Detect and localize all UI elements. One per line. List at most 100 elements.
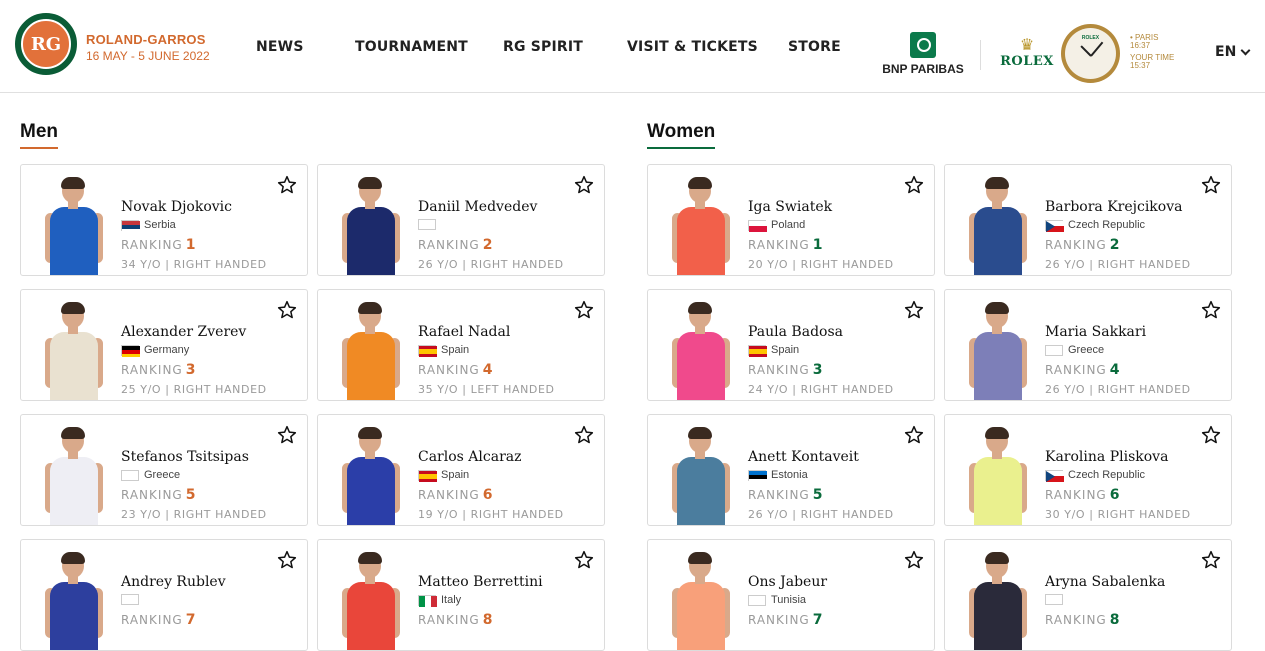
spain-flag-icon <box>418 344 437 357</box>
player-country <box>418 219 441 230</box>
favorite-star-icon[interactable] <box>1201 175 1221 195</box>
player-name[interactable]: Alexander Zverev <box>121 324 246 340</box>
favorite-star-icon[interactable] <box>574 300 594 320</box>
player-card[interactable]: Stefanos Tsitsipas Greece RANKING 5 23 Y/O |… <box>20 414 308 526</box>
country-name: Serbia <box>144 219 176 231</box>
player-card[interactable]: Maria Sakkari Greece RANKING 4 26 Y/O | RIGH… <box>944 289 1232 401</box>
favorite-star-icon[interactable] <box>904 175 924 195</box>
czech-flag-icon <box>1045 219 1064 232</box>
favorite-star-icon[interactable] <box>904 550 924 570</box>
favorite-star-icon[interactable] <box>277 425 297 445</box>
player-info: 26 Y/O | RIGHT HANDED <box>1045 383 1191 396</box>
bnp-paribas-sponsor[interactable]: BNP PARIBAS <box>878 32 968 76</box>
player-info: 19 Y/O | RIGHT HANDED <box>418 508 564 521</box>
player-name[interactable]: Matteo Berrettini <box>418 574 543 590</box>
player-name[interactable]: Andrey Rublev <box>121 574 226 590</box>
player-shirt <box>347 332 395 400</box>
ranking-value: 5 <box>812 487 824 503</box>
favorite-star-icon[interactable] <box>277 300 297 320</box>
favorite-star-icon[interactable] <box>574 425 594 445</box>
nav-tournament[interactable]: TOURNAMENT <box>355 39 468 55</box>
player-name[interactable]: Daniil Medvedev <box>418 199 537 215</box>
favorite-star-icon[interactable] <box>904 425 924 445</box>
player-hair <box>688 427 712 439</box>
player-photo <box>670 552 732 650</box>
player-card[interactable]: Alexander Zverev Germany RANKING 3 25 Y/O | … <box>20 289 308 401</box>
player-shirt <box>50 582 98 650</box>
favorite-star-icon[interactable] <box>574 175 594 195</box>
rolex-sponsor[interactable]: ♛ ROLEX <box>998 38 1056 70</box>
ranking-label: RANKING <box>121 488 183 502</box>
player-name[interactable]: Anett Kontaveit <box>748 449 859 465</box>
favorite-star-icon[interactable] <box>1201 300 1221 320</box>
player-name[interactable]: Ons Jabeur <box>748 574 827 590</box>
ranking-value: 8 <box>1109 612 1121 628</box>
player-card[interactable]: Karolina Pliskova Czech Republic RANKING 6 3… <box>944 414 1232 526</box>
player-country: Czech Republic <box>1045 219 1145 232</box>
favorite-star-icon[interactable] <box>1201 425 1221 445</box>
player-name[interactable]: Carlos Alcaraz <box>418 449 521 465</box>
player-name[interactable]: Novak Djokovic <box>121 199 232 215</box>
ranking-value: 4 <box>1109 362 1121 378</box>
chevron-down-icon <box>1240 45 1251 55</box>
favorite-star-icon[interactable] <box>1201 550 1221 570</box>
favorite-star-icon[interactable] <box>904 300 924 320</box>
player-name[interactable]: Karolina Pliskova <box>1045 449 1168 465</box>
logo-letters: RG <box>21 19 71 69</box>
player-card[interactable]: Matteo Berrettini Italy RANKING 8 <box>317 539 605 651</box>
player-hair <box>358 552 382 564</box>
player-ranking: RANKING 7 <box>748 612 823 628</box>
country-name: Spain <box>441 469 470 481</box>
player-name[interactable]: Maria Sakkari <box>1045 324 1146 340</box>
player-photo <box>967 427 1029 525</box>
player-card[interactable]: Iga Swiatek Poland RANKING 1 20 Y/O | RIGHT … <box>647 164 935 276</box>
player-name[interactable]: Barbora Krejcikova <box>1045 199 1182 215</box>
player-card[interactable]: Daniil Medvedev RANKING 2 26 Y/O | RIGHT HA… <box>317 164 605 276</box>
favorite-star-icon[interactable] <box>277 550 297 570</box>
player-name[interactable]: Rafael Nadal <box>418 324 510 340</box>
player-hair <box>61 427 85 439</box>
nav-rg-spirit[interactable]: RG SPIRIT <box>503 39 583 55</box>
country-name: Italy <box>441 594 462 606</box>
player-card[interactable]: Barbora Krejcikova Czech Republic RANKING 2… <box>944 164 1232 276</box>
player-card[interactable]: Aryna Sabalenka RANKING 8 <box>944 539 1232 651</box>
favorite-star-icon[interactable] <box>277 175 297 195</box>
player-card[interactable]: Carlos Alcaraz Spain RANKING 6 19 Y/O | RIGH… <box>317 414 605 526</box>
nav-store[interactable]: STORE <box>788 39 841 55</box>
ranking-value: 2 <box>482 237 494 253</box>
rolex-label: ROLEX <box>1000 54 1054 69</box>
player-photo <box>967 177 1029 275</box>
player-name[interactable]: Paula Badosa <box>748 324 843 340</box>
player-ranking: RANKING 6 <box>418 487 493 503</box>
player-card[interactable]: Paula Badosa Spain RANKING 3 24 Y/O | RIGHT … <box>647 289 935 401</box>
rolex-clock[interactable]: ROLEX <box>1061 24 1120 83</box>
brand-block[interactable]: ROLAND-GARROS 16 MAY - 5 JUNE 2022 <box>86 32 210 63</box>
ranking-value: 7 <box>185 612 197 628</box>
ranking-value: 3 <box>812 362 824 378</box>
nav-news[interactable]: NEWS <box>256 39 304 55</box>
player-name[interactable]: Stefanos Tsitsipas <box>121 449 249 465</box>
player-name[interactable]: Iga Swiatek <box>748 199 832 215</box>
player-shirt <box>974 582 1022 650</box>
men-section-title: Men <box>20 121 58 149</box>
player-card[interactable]: Rafael Nadal Spain RANKING 4 35 Y/O | LEFT H… <box>317 289 605 401</box>
player-country: Germany <box>121 344 189 357</box>
player-card[interactable]: Andrey Rublev RANKING 7 <box>20 539 308 651</box>
clock-minute-hand <box>1080 45 1092 57</box>
favorite-star-icon[interactable] <box>574 550 594 570</box>
flag-icon <box>121 469 139 481</box>
player-photo <box>967 302 1029 400</box>
language-selector[interactable]: EN <box>1215 44 1251 60</box>
nav-visit-tickets[interactable]: VISIT & TICKETS <box>627 39 758 55</box>
player-name[interactable]: Aryna Sabalenka <box>1045 574 1165 590</box>
player-shirt <box>677 457 725 525</box>
player-card[interactable]: Anett Kontaveit Estonia RANKING 5 26 Y/O | R… <box>647 414 935 526</box>
ranking-label: RANKING <box>748 363 810 377</box>
player-photo <box>43 427 105 525</box>
ranking-label: RANKING <box>418 363 480 377</box>
player-card[interactable]: Novak Djokovic Serbia RANKING 1 34 Y/O | RIG… <box>20 164 308 276</box>
player-card[interactable]: Ons Jabeur Tunisia RANKING 7 <box>647 539 935 651</box>
roland-garros-logo[interactable]: RG <box>15 13 77 75</box>
player-shirt <box>347 457 395 525</box>
player-hair <box>61 177 85 189</box>
